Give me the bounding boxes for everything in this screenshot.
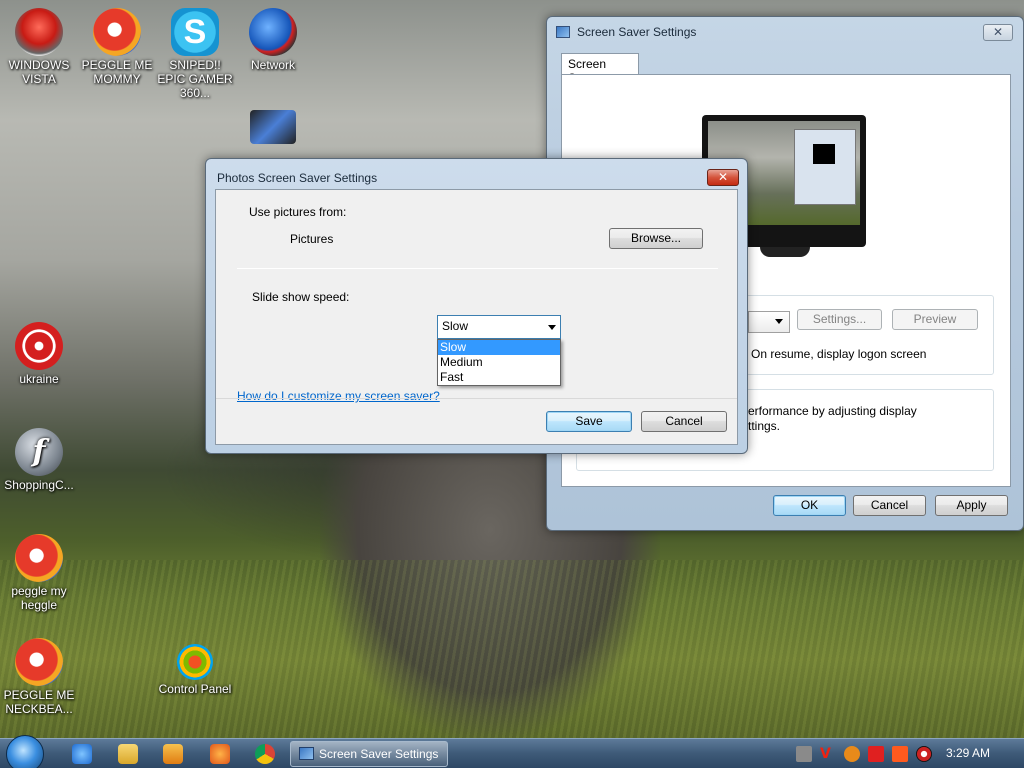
antivirus-icon[interactable]: V (820, 746, 836, 762)
clock[interactable]: 3:29 AM (946, 746, 990, 760)
slide-speed-options: Slow Medium Fast (437, 339, 561, 386)
ok-button[interactable]: OK (773, 495, 846, 516)
internet-explorer-icon[interactable] (72, 744, 92, 764)
tablet-icon (250, 110, 296, 144)
desktop-icon-label: WINDOWS VISTA (8, 58, 70, 86)
desktop-icon-network[interactable]: Network (234, 8, 312, 72)
peggle-icon (15, 534, 63, 582)
monitor-icon (299, 747, 314, 760)
screen-saver-dropdown[interactable] (748, 311, 790, 333)
divider (237, 268, 718, 269)
peggle-icon (93, 8, 141, 56)
chevron-down-icon (548, 325, 556, 330)
search-icon[interactable] (844, 746, 860, 762)
apply-button[interactable]: Apply (935, 495, 1008, 516)
taskbar-screen-saver-settings[interactable]: Screen Saver Settings (290, 741, 448, 767)
pictures-folder-value: Pictures (290, 232, 334, 246)
window-title: Screen Saver Settings (577, 25, 697, 39)
desktop-icon-label: ukraine (19, 372, 59, 386)
skype-icon: S (171, 8, 219, 56)
folder-icon[interactable] (118, 744, 138, 764)
desktop-icon-windows-vista[interactable]: WINDOWS VISTA (0, 8, 78, 86)
monitor-icon (556, 26, 570, 38)
save-button[interactable]: Save (546, 411, 632, 432)
peggle-icon (15, 638, 63, 686)
preview-mini-window (794, 129, 856, 205)
flash-icon: f (15, 428, 63, 476)
desktop-icon-label: Network (250, 58, 295, 72)
photos-screen-saver-dialog: Photos Screen Saver Settings ✕ Use pictu… (205, 158, 748, 454)
cancel-button[interactable]: Cancel (641, 411, 727, 432)
desktop-icon-label: PEGGLE ME NECKBEA... (3, 688, 75, 716)
chevron-down-icon (775, 319, 783, 324)
taskbar-button-label: Screen Saver Settings (319, 747, 439, 761)
wallpaper-grass (0, 560, 1024, 740)
app-tray-icon[interactable] (892, 746, 908, 762)
monitor-stand (760, 247, 810, 257)
desktop-icon-label: Control Panel (158, 682, 232, 696)
speaker-icon[interactable] (916, 746, 932, 762)
settings-button[interactable]: Settings... (797, 309, 882, 330)
desktop-icon-peggle-my-heggle[interactable]: peggle my heggle (0, 534, 78, 612)
slide-speed-select[interactable]: Slow (437, 315, 561, 339)
desktop-icon-label: peggle my heggle (11, 584, 67, 612)
browse-button[interactable]: Browse... (609, 228, 703, 249)
dialog-title: Photos Screen Saver Settings (217, 171, 378, 185)
desktop-icon-peggle-me-mommy[interactable]: PEGGLE ME MOMMY (78, 8, 156, 86)
desktop-icon-label: SNIPED!! EPIC GAMER 360... (157, 58, 233, 100)
close-button[interactable]: ✕ (707, 169, 739, 186)
close-button[interactable]: ✕ (983, 24, 1013, 41)
media-player-icon[interactable] (163, 744, 183, 764)
app-icon[interactable] (210, 744, 230, 764)
slide-speed-label: Slide show speed: (252, 290, 350, 304)
use-pictures-label: Use pictures from: (249, 205, 347, 219)
start-button[interactable] (6, 735, 44, 768)
resume-logon-label[interactable]: On resume, display logon screen (751, 347, 926, 361)
power-text-line1: erformance by adjusting display (748, 404, 917, 418)
option-slow[interactable]: Slow (438, 340, 560, 355)
dialog-body: Use pictures from: Pictures Browse... Sl… (215, 189, 738, 445)
radiation-icon (15, 322, 63, 370)
close-icon: ✕ (992, 25, 1004, 39)
network-icon (249, 8, 297, 56)
tray-icon[interactable] (796, 746, 812, 762)
control-panel-icon (177, 644, 213, 680)
taskbar: Screen Saver Settings V 3:29 AM (0, 735, 1024, 768)
vista-icon (15, 8, 63, 56)
flag-icon[interactable] (868, 746, 884, 762)
chrome-icon[interactable] (255, 744, 275, 764)
desktop-icon-ukraine[interactable]: ukraine (0, 322, 78, 386)
preview-button[interactable]: Preview (892, 309, 978, 330)
desktop-icon-control-panel[interactable]: Control Panel (156, 638, 234, 696)
slide-speed-selected: Slow (442, 319, 469, 333)
close-icon: ✕ (717, 170, 729, 184)
cancel-button[interactable]: Cancel (853, 495, 926, 516)
option-fast[interactable]: Fast (438, 370, 560, 385)
preview-mini-screen (813, 144, 835, 164)
desktop-icon-tablet[interactable] (234, 104, 312, 146)
desktop-icon-sniped[interactable]: S SNIPED!! EPIC GAMER 360... (156, 8, 234, 100)
desktop-icon-label: ShoppingC... (4, 478, 74, 492)
desktop-icon-shopping[interactable]: f ShoppingC... (0, 428, 78, 492)
power-text-line2: ttings. (748, 419, 781, 433)
desktop-icon-label: PEGGLE ME MOMMY (81, 58, 153, 86)
tab-screen-saver[interactable]: Screen Saver (561, 53, 639, 85)
option-medium[interactable]: Medium (438, 355, 560, 370)
desktop-icon-peggle-me-neckbea[interactable]: PEGGLE ME NECKBEA... (0, 638, 78, 716)
